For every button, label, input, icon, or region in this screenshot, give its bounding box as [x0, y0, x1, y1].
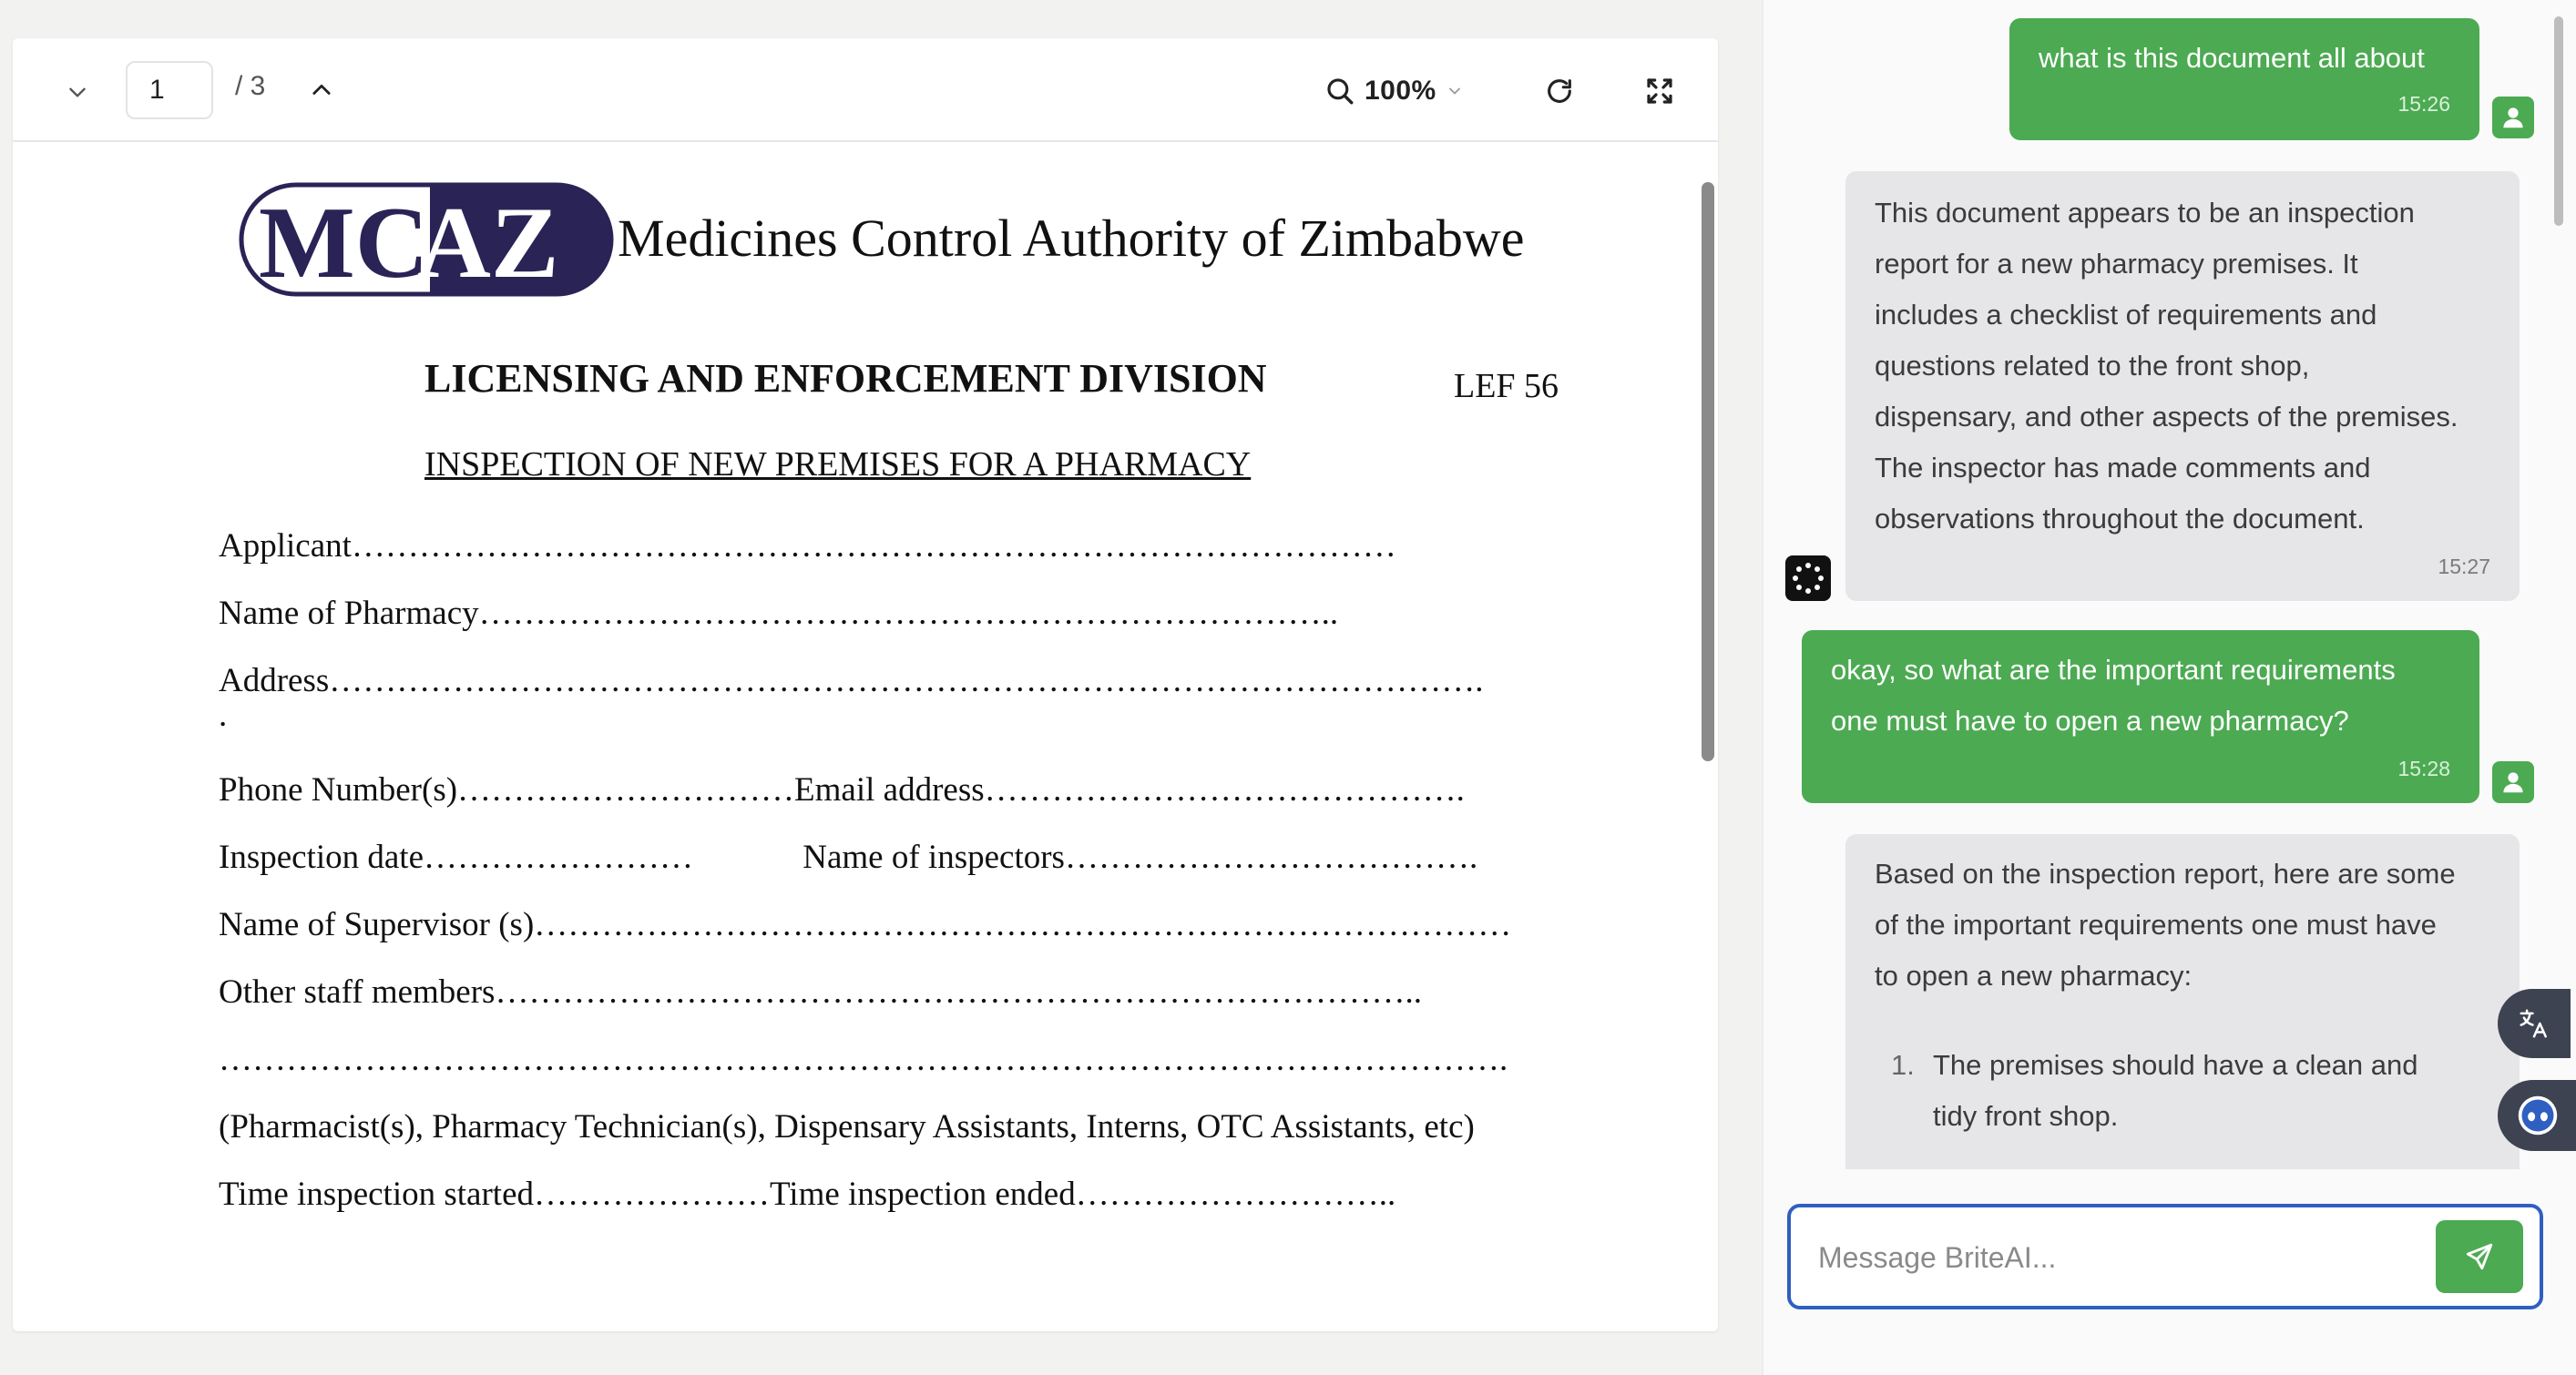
assistant-message: This document appears to be an inspectio… [1845, 171, 2520, 601]
page-number-input[interactable] [126, 61, 213, 119]
message-line: includes a checklist of requirements and [1875, 299, 2377, 331]
chevron-down-icon [69, 87, 86, 97]
document-page: MC AZ Medicines Control Authority of Zim… [13, 144, 1694, 1331]
message-line: to open a new pharmacy: [1875, 960, 2193, 992]
zoom-level: 100% [1365, 76, 1436, 106]
field-other-staff: Other staff members………………………………………………………… [219, 973, 1422, 1011]
message-line: The premises should have a clean and [1933, 1049, 2418, 1081]
message-text: Based on the inspection report, here are… [1875, 849, 2456, 1002]
fullscreen-icon [1647, 78, 1672, 104]
user-message: what is this document all about 15:26 [2009, 18, 2479, 140]
list-number: 1. [1891, 1049, 1915, 1081]
user-avatar-icon [2503, 772, 2523, 793]
field-supervisor: Name of Supervisor (s)………………………………………………… [219, 906, 1512, 943]
user-message: okay, so what are the important requirem… [1802, 630, 2479, 803]
refresh-icon [1548, 79, 1571, 103]
message-line: one must have to open a new pharmacy? [1831, 705, 2349, 737]
translate-icon [2520, 1009, 2547, 1038]
message-line: questions related to the front shop, [1875, 350, 2310, 382]
assistant-message: Based on the inspection report, here are… [1845, 834, 2520, 1169]
logo-text-right: AZ [417, 187, 559, 297]
message-line: observations throughout the document. [1875, 503, 2365, 535]
message-line: dispensary, and other aspects of the pre… [1875, 401, 2458, 433]
message-line: This document appears to be an inspectio… [1875, 197, 2415, 229]
next-page-button[interactable] [299, 67, 344, 113]
zoom-dropdown[interactable]: 100% [1324, 66, 1464, 117]
translate-button[interactable] [2498, 989, 2571, 1058]
user-avatar-icon [2503, 107, 2523, 128]
previous-page-button[interactable] [55, 69, 100, 115]
division-heading: LICENSING AND ENFORCEMENT DIVISION [424, 356, 1267, 401]
fullscreen-button[interactable] [1636, 67, 1683, 115]
message-line: tidy front shop. [1933, 1100, 2119, 1132]
user-avatar [2492, 97, 2534, 138]
message-text: okay, so what are the important requirem… [1831, 645, 2396, 747]
message-time: 15:26 [2397, 92, 2450, 116]
message-line: of the important requirements one must h… [1875, 909, 2437, 941]
chevron-down-icon [1448, 87, 1460, 95]
search-icon [1327, 78, 1354, 105]
message-line: report for a new pharmacy premises. It [1875, 248, 2358, 280]
assistant-icon [2518, 1095, 2558, 1136]
bot-avatar-icon [1793, 563, 1824, 594]
pdf-viewer: / 3 100% MC AZ Medicines Control Authori… [13, 38, 1718, 1331]
message-text: what is this document all about [2039, 42, 2425, 74]
field-pharmacy-name: Name of Pharmacy………………………………………………………………… [219, 595, 1339, 632]
message-time: 15:27 [2438, 555, 2490, 578]
field-inspection-date: Inspection date…………………… Name of inspecto… [219, 839, 1478, 876]
assistant-avatar [1785, 555, 1831, 601]
field-staff-note: (Pharmacist(s), Pharmacy Technician(s), … [219, 1108, 1475, 1146]
field-phone-email: Phone Number(s)…………………………Email address……… [219, 771, 1465, 809]
logo-text-left: MC [259, 187, 429, 297]
chat-scrollbar-thumb[interactable] [2554, 16, 2563, 226]
message-input[interactable] [1818, 1231, 2419, 1284]
page-total-label: / 3 [235, 71, 266, 101]
field-inspection-times: Time inspection started…………………Time inspe… [219, 1176, 1396, 1213]
assistant-launcher-button[interactable] [2498, 1080, 2576, 1151]
chat-messages: what is this document all about 15:26 Th… [1763, 0, 2576, 1169]
mcaz-logo: MC AZ [239, 182, 614, 297]
chevron-up-icon [312, 84, 331, 95]
organization-name: Medicines Control Authority of Zimbabwe [618, 209, 1525, 268]
viewer-scrollbar-thumb[interactable] [1702, 182, 1714, 761]
message-line: okay, so what are the important requirem… [1831, 654, 2396, 686]
list-text: The premises should have a clean and tid… [1933, 1040, 2418, 1142]
message-text: This document appears to be an inspectio… [1875, 188, 2458, 545]
form-code: LEF 56 [1454, 367, 1559, 405]
chat-panel: what is this document all about 15:26 Th… [1762, 0, 2576, 1375]
field-address: Address………………………………………………………………………………………… [219, 662, 1484, 699]
message-line: Based on the inspection report, here are… [1875, 858, 2456, 890]
send-icon [2466, 1243, 2493, 1270]
field-other-staff-continued: ……………………………………………………………………………………………………. [219, 1041, 1508, 1078]
user-avatar [2492, 761, 2534, 803]
message-time: 15:28 [2397, 757, 2450, 780]
send-button[interactable] [2436, 1220, 2523, 1293]
form-title: INSPECTION OF NEW PREMISES FOR A PHARMAC… [424, 445, 1252, 484]
message-line: The inspector has made comments and [1875, 452, 2371, 484]
viewer-toolbar: / 3 100% [13, 38, 1718, 142]
refresh-button[interactable] [1536, 67, 1583, 115]
field-applicant: Applicant………………………………………………………………………………… [219, 527, 1396, 565]
field-address-continued: . [219, 697, 228, 734]
message-composer [1787, 1204, 2543, 1309]
